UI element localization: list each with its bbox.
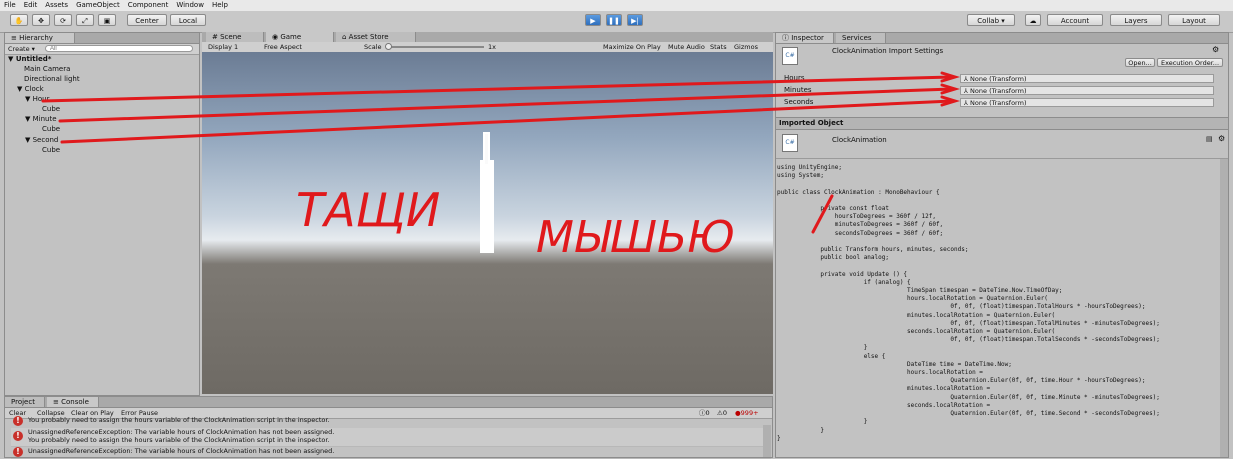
hours-arrow-line xyxy=(41,75,954,103)
annotation-overlay: ТАЩИ МЫШЬЮ xyxy=(41,71,961,263)
seconds-arrow-line xyxy=(60,99,954,144)
annotation-stroke xyxy=(811,194,834,234)
annotation-text-left: ТАЩИ xyxy=(296,183,440,237)
minutes-arrow-line xyxy=(58,87,954,123)
annotation-text-right: МЫШЬЮ xyxy=(536,212,735,263)
